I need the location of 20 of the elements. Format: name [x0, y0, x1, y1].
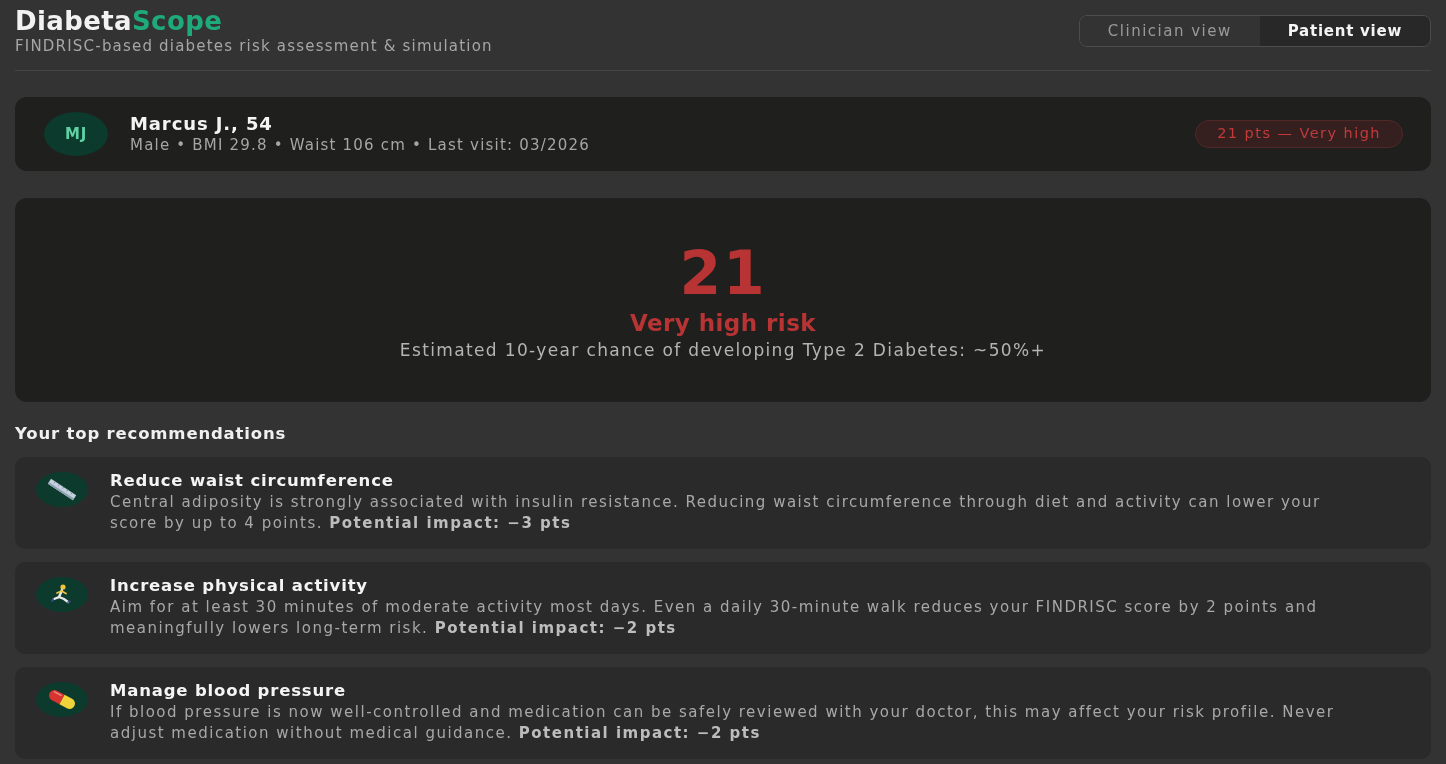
recommendation-text: If blood pressure is now well-controlled and medication can be safely reviewed with your doctor, this may affect your risk profile. Never adjust medication without medical guidance. Potential impact: −2 pts [110, 702, 1336, 744]
ruler-icon [36, 472, 88, 507]
risk-score: 21 [679, 241, 767, 305]
pill-icon [36, 682, 88, 717]
risk-estimate: Estimated 10-year chance of developing Type 2 Diabetes: ~50%+ [399, 339, 1047, 361]
risk-badge: 21 pts — Very high [1195, 120, 1403, 148]
recommendation-title: Manage blood pressure [110, 680, 347, 702]
patient-name: Marcus J., 54 [130, 113, 273, 135]
section-heading: Your top recommendations [15, 423, 287, 445]
app-subtitle: FINDRISC-based diabetes risk assessment & simulation [15, 36, 493, 56]
avatar: MJ [44, 112, 108, 156]
recommendation-title: Increase physical activity [110, 575, 368, 597]
view-tab[interactable]: Patient view [1259, 16, 1430, 46]
patient-details: Male • BMI 29.8 • Waist 106 cm • Last visit: 03/2026 [130, 135, 590, 155]
recommendation-text: Central adiposity is strongly associated with insulin resistance. Reducing waist circumference through diet and activity can lower your score by up to 4 points. Potential impact: −3 pts [110, 492, 1322, 534]
runner-icon [36, 577, 88, 612]
risk-level: Very high risk [629, 309, 817, 337]
app-logo: DiabetaScope [15, 6, 223, 36]
recommendation-text: Aim for at least 30 minutes of moderate activity most days. Even a daily 30-minute walk reduces your FINDRISC score by 2 points and meaningfully lowers long-term risk. Potential impact: −2 pts [110, 597, 1319, 639]
recommendation-title: Reduce waist circumference [110, 470, 394, 492]
